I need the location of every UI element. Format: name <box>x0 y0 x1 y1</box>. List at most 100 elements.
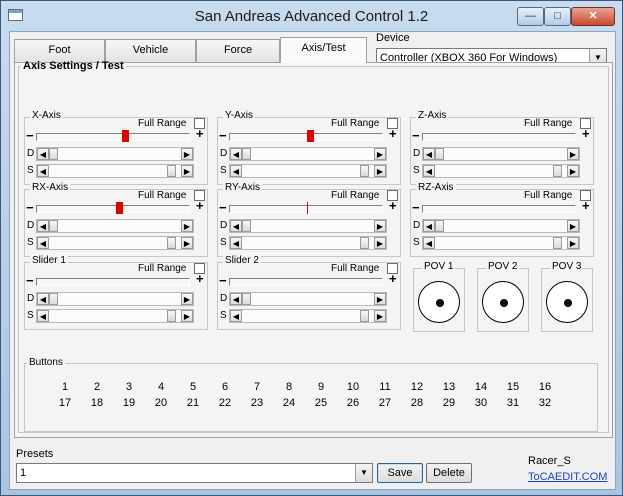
sensitivity-slider[interactable]: ◀ ▶ <box>422 236 580 250</box>
arrow-right-icon[interactable]: ▶ <box>374 293 386 305</box>
minus-icon: − <box>26 273 34 288</box>
save-button[interactable]: Save <box>377 463 423 483</box>
buttons-group: Buttons <box>24 358 598 432</box>
full-range-label: Full Range <box>138 190 187 201</box>
scroll-thumb[interactable] <box>49 220 58 232</box>
sensitivity-slider[interactable]: ◀ ▶ <box>229 309 387 323</box>
scroll-thumb[interactable] <box>242 293 251 305</box>
button-indicator-2: 2 <box>93 381 101 393</box>
arrow-right-icon[interactable]: ▶ <box>181 293 193 305</box>
arrow-left-icon[interactable]: ◀ <box>37 237 49 249</box>
arrow-left-icon[interactable]: ◀ <box>230 237 242 249</box>
arrow-left-icon[interactable]: ◀ <box>423 148 435 160</box>
sensitivity-slider[interactable]: ◀ ▶ <box>36 236 194 250</box>
minimize-button[interactable]: — <box>517 7 544 26</box>
tab-axis-test[interactable]: Axis/Test <box>280 37 367 63</box>
arrow-left-icon[interactable]: ◀ <box>230 148 242 160</box>
deadzone-slider[interactable]: ◀ ▶ <box>36 219 194 233</box>
pov-dot <box>500 299 508 307</box>
scroll-thumb[interactable] <box>49 148 58 160</box>
arrow-left-icon[interactable]: ◀ <box>37 148 49 160</box>
arrow-left-icon[interactable]: ◀ <box>230 293 242 305</box>
pov-label: POV 2 <box>486 261 520 272</box>
arrow-right-icon[interactable]: ▶ <box>181 165 193 177</box>
deadzone-label: D <box>27 220 35 231</box>
scroll-thumb[interactable] <box>553 165 562 177</box>
plus-icon: + <box>196 126 204 141</box>
plus-icon: + <box>389 198 397 213</box>
arrow-right-icon[interactable]: ▶ <box>567 237 579 249</box>
deadzone-slider[interactable]: ◀ ▶ <box>422 219 580 233</box>
arrow-left-icon[interactable]: ◀ <box>37 165 49 177</box>
button-indicator-4: 4 <box>157 381 165 393</box>
scroll-thumb[interactable] <box>49 293 58 305</box>
website-link[interactable]: ToCAEDIT.COM <box>528 471 607 483</box>
tab-foot[interactable]: Foot <box>14 39 105 62</box>
deadzone-slider[interactable]: ◀ ▶ <box>229 147 387 161</box>
deadzone-slider[interactable]: ◀ ▶ <box>422 147 580 161</box>
deadzone-label: D <box>27 148 35 159</box>
scroll-thumb[interactable] <box>242 220 251 232</box>
arrow-left-icon[interactable]: ◀ <box>37 310 49 322</box>
arrow-left-icon[interactable]: ◀ <box>423 220 435 232</box>
tab-force[interactable]: Force <box>196 39 280 62</box>
scroll-thumb[interactable] <box>360 165 369 177</box>
axis-name: RZ-Axis <box>416 182 456 193</box>
sensitivity-slider[interactable]: ◀ ▶ <box>229 164 387 178</box>
axis-value-bar <box>229 278 383 286</box>
scroll-thumb[interactable] <box>167 237 176 249</box>
arrow-left-icon[interactable]: ◀ <box>230 220 242 232</box>
arrow-left-icon[interactable]: ◀ <box>37 220 49 232</box>
pov-3: POV 3 <box>541 261 593 332</box>
deadzone-label: D <box>27 293 35 304</box>
arrow-right-icon[interactable]: ▶ <box>181 148 193 160</box>
sensitivity-slider[interactable]: ◀ ▶ <box>422 164 580 178</box>
title-bar[interactable]: San Andreas Advanced Control 1.2 — □ ✕ <box>1 1 622 32</box>
scroll-thumb[interactable] <box>167 310 176 322</box>
scroll-thumb[interactable] <box>167 165 176 177</box>
arrow-right-icon[interactable]: ▶ <box>181 237 193 249</box>
arrow-left-icon[interactable]: ◀ <box>423 237 435 249</box>
axis-group-3: Z-Axis Full Range − + D ◀ ▶ S ◀ ▶ <box>410 110 594 185</box>
scroll-thumb[interactable] <box>553 237 562 249</box>
sensitivity-slider[interactable]: ◀ ▶ <box>36 309 194 323</box>
presets-select[interactable]: 1 ▼ <box>16 463 373 483</box>
delete-button[interactable]: Delete <box>426 463 472 483</box>
deadzone-label: D <box>220 220 228 231</box>
deadzone-slider[interactable]: ◀ ▶ <box>36 292 194 306</box>
axis-value-bar <box>229 202 383 214</box>
arrow-left-icon[interactable]: ◀ <box>423 165 435 177</box>
scroll-thumb[interactable] <box>360 237 369 249</box>
arrow-right-icon[interactable]: ▶ <box>567 148 579 160</box>
chevron-down-icon[interactable]: ▼ <box>355 464 372 482</box>
arrow-right-icon[interactable]: ▶ <box>567 220 579 232</box>
arrow-right-icon[interactable]: ▶ <box>181 220 193 232</box>
maximize-button[interactable]: □ <box>544 7 571 26</box>
arrow-left-icon[interactable]: ◀ <box>230 310 242 322</box>
sensitivity-label: S <box>220 165 227 176</box>
arrow-right-icon[interactable]: ▶ <box>181 310 193 322</box>
sensitivity-label: S <box>413 165 420 176</box>
scroll-thumb[interactable] <box>435 220 444 232</box>
arrow-right-icon[interactable]: ▶ <box>374 220 386 232</box>
deadzone-slider[interactable]: ◀ ▶ <box>229 219 387 233</box>
close-button[interactable]: ✕ <box>571 7 615 26</box>
arrow-right-icon[interactable]: ▶ <box>567 165 579 177</box>
deadzone-slider[interactable]: ◀ ▶ <box>229 292 387 306</box>
deadzone-label: D <box>220 293 228 304</box>
arrow-right-icon[interactable]: ▶ <box>374 237 386 249</box>
arrow-right-icon[interactable]: ▶ <box>374 310 386 322</box>
sensitivity-slider[interactable]: ◀ ▶ <box>229 236 387 250</box>
arrow-left-icon[interactable]: ◀ <box>230 165 242 177</box>
arrow-left-icon[interactable]: ◀ <box>37 293 49 305</box>
sensitivity-slider[interactable]: ◀ ▶ <box>36 164 194 178</box>
arrow-right-icon[interactable]: ▶ <box>374 148 386 160</box>
scroll-thumb[interactable] <box>435 148 444 160</box>
deadzone-slider[interactable]: ◀ ▶ <box>36 147 194 161</box>
scroll-thumb[interactable] <box>360 310 369 322</box>
tab-vehicle[interactable]: Vehicle <box>105 39 196 62</box>
button-indicator-14: 14 <box>474 381 488 393</box>
button-indicator-27: 27 <box>378 397 392 409</box>
arrow-right-icon[interactable]: ▶ <box>374 165 386 177</box>
scroll-thumb[interactable] <box>242 148 251 160</box>
